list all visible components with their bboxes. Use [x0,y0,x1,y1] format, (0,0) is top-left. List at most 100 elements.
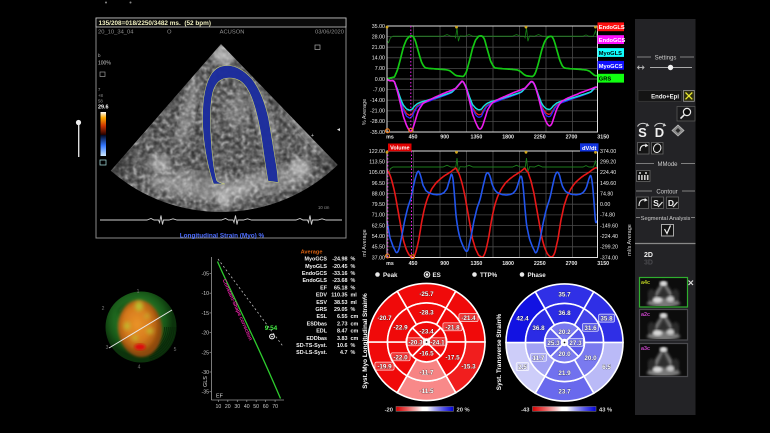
svg-text:EF: EF [216,394,224,400]
svg-text:88.00: 88.00 [372,191,385,197]
svg-text:D: D [655,125,664,140]
svg-text:-28.3: -28.3 [419,309,434,316]
svg-text:Syst. Transverse Strain%: Syst. Transverse Strain% [496,313,503,390]
svg-text:31.6: 31.6 [584,325,597,332]
svg-text:EF: EF [320,285,328,291]
svg-text:EndoGCS: EndoGCS [302,271,328,277]
svg-text:EDDbas: EDDbas [306,336,327,342]
svg-text:-28.00: -28.00 [370,119,385,125]
svg-text:20 %: 20 % [457,408,470,414]
svg-text:Segmental Analysis: Segmental Analysis [641,216,691,222]
svg-text:71.00: 71.00 [372,213,385,219]
svg-text:◄: ◄ [336,127,341,133]
svg-text:2: 2 [102,306,105,312]
svg-text:-7.00: -7.00 [373,87,385,93]
svg-text:03/06/2020: 03/06/2020 [315,30,344,36]
svg-text:3150: 3150 [597,261,609,267]
svg-text:42.4: 42.4 [516,316,529,323]
svg-text:65.18: 65.18 [334,285,348,291]
svg-text:36.8: 36.8 [558,310,571,317]
svg-text:79.50: 79.50 [372,202,385,208]
svg-text:1800: 1800 [502,135,514,141]
svg-text:1: 1 [137,289,140,295]
svg-text:-23.4: -23.4 [419,328,434,335]
svg-text:a3c: a3c [641,346,650,352]
svg-text:MMode: MMode [657,162,678,168]
svg-text:900: 900 [440,261,449,267]
svg-text:ms: ms [386,261,394,267]
svg-text:1350: 1350 [471,261,483,267]
svg-text:29.6: 29.6 [98,105,109,111]
svg-text:%: % [351,307,356,313]
svg-text:Endo+Epi: Endo+Epi [651,95,679,101]
svg-text:299.20: 299.20 [600,160,616,166]
svg-text:21.9: 21.9 [558,370,571,377]
svg-text:10.6: 10.6 [337,343,348,349]
svg-text:28.00: 28.00 [372,34,385,40]
svg-text:-23.68: -23.68 [332,278,347,284]
svg-text:50: 50 [253,404,259,410]
svg-text:EndoGCS: EndoGCS [599,38,626,44]
svg-text:%: % [351,285,356,291]
svg-text:900: 900 [440,135,449,141]
svg-text:-224.40: -224.40 [600,234,618,240]
svg-text:-20: -20 [202,331,210,337]
svg-text:96.50: 96.50 [372,181,385,187]
svg-text:-22.0: -22.0 [393,354,408,361]
svg-text:4: 4 [138,365,141,371]
svg-text:GRS: GRS [599,77,612,83]
svg-text:70: 70 [272,404,278,410]
svg-text:58: 58 [98,99,103,104]
svg-text:20.0: 20.0 [558,351,571,358]
svg-text:27.3: 27.3 [569,340,582,347]
svg-text:2.73: 2.73 [337,321,348,327]
svg-text:4.7: 4.7 [340,350,348,356]
svg-text:62.50: 62.50 [372,223,385,229]
svg-text:450: 450 [409,261,418,267]
svg-text:113.50: 113.50 [369,160,385,166]
svg-text:100%: 100% [98,61,111,67]
svg-text:149.60: 149.60 [600,181,616,187]
svg-text:ACUSON: ACUSON [220,30,245,36]
svg-text:1350: 1350 [471,135,483,141]
svg-text:-16.5: -16.5 [419,350,434,357]
svg-text:Phase: Phase [528,272,547,279]
svg-text:-17.5: -17.5 [445,354,460,361]
svg-text:-25: -25 [202,350,210,356]
svg-text:11.7: 11.7 [533,355,545,362]
svg-text:S: S [638,125,647,140]
svg-text:O: O [167,30,172,36]
svg-text:-22.9: -22.9 [393,324,408,331]
svg-text:Average: Average [301,250,323,256]
svg-text:0.00: 0.00 [600,202,610,208]
svg-text:Peak: Peak [383,272,398,279]
svg-text:Volume: Volume [390,146,409,152]
svg-text:374.00: 374.00 [600,149,616,155]
svg-text:2.5: 2.5 [518,364,527,371]
svg-text:-30: -30 [202,370,210,376]
svg-text:ml Average: ml Average [362,229,368,256]
svg-text:2250: 2250 [534,261,546,267]
svg-text:-25.7: -25.7 [419,291,434,298]
svg-text:+8: +8 [98,93,103,98]
svg-text:30: 30 [234,404,240,410]
svg-text:3.83: 3.83 [337,336,348,342]
svg-text:2700: 2700 [566,135,578,141]
svg-text:-14.00: -14.00 [370,98,385,104]
svg-text:37.00: 37.00 [372,255,385,261]
svg-text:135/208=018/2250/3482 ms. (52: 135/208=018/2250/3482 ms. (52 bpm) [99,20,211,27]
svg-text:5: 5 [174,347,177,353]
svg-text:MyoGCS: MyoGCS [305,257,328,263]
svg-text:dV/dt: dV/dt [582,146,597,152]
svg-text:%: % [351,257,356,263]
svg-text:74.80: 74.80 [600,191,613,197]
svg-text:1800: 1800 [502,261,514,267]
svg-text:9.54: 9.54 [265,325,278,332]
svg-text:8.47: 8.47 [337,329,348,335]
svg-text:-10: -10 [202,291,210,297]
svg-text:110.35: 110.35 [331,293,347,299]
svg-text:21.00: 21.00 [372,45,385,51]
svg-text:EDL: EDL [316,329,327,335]
svg-text:-05: -05 [202,272,210,278]
svg-text:ES: ES [433,272,441,279]
